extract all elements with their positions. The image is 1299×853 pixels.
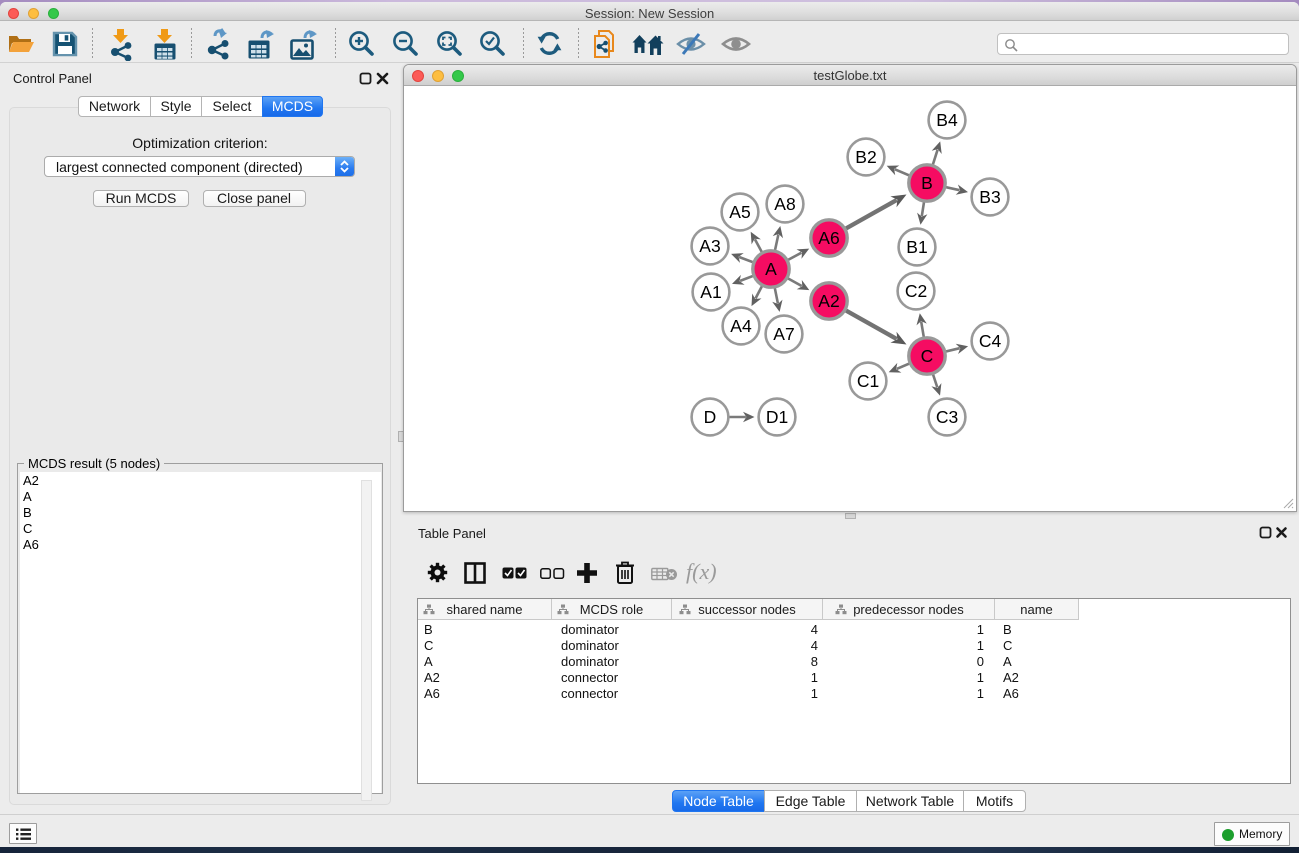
svg-text:A4: A4 xyxy=(730,316,752,336)
svg-text:B4: B4 xyxy=(936,110,958,130)
svg-text:C1: C1 xyxy=(857,371,879,391)
svg-text:A3: A3 xyxy=(699,236,720,256)
svg-text:A7: A7 xyxy=(773,324,794,344)
svg-text:B3: B3 xyxy=(979,187,1000,207)
svg-text:A8: A8 xyxy=(774,194,795,214)
svg-text:D: D xyxy=(704,407,717,427)
svg-text:A2: A2 xyxy=(818,291,839,311)
svg-text:D1: D1 xyxy=(766,407,788,427)
svg-text:A5: A5 xyxy=(729,202,750,222)
svg-text:C: C xyxy=(921,346,934,366)
svg-text:A6: A6 xyxy=(818,228,839,248)
svg-text:A: A xyxy=(765,259,777,279)
svg-text:A1: A1 xyxy=(700,282,721,302)
svg-text:B1: B1 xyxy=(906,237,927,257)
svg-text:C3: C3 xyxy=(936,407,958,427)
svg-text:C4: C4 xyxy=(979,331,1002,351)
svg-text:B: B xyxy=(921,173,933,193)
svg-text:B2: B2 xyxy=(855,147,876,167)
svg-text:C2: C2 xyxy=(905,281,927,301)
